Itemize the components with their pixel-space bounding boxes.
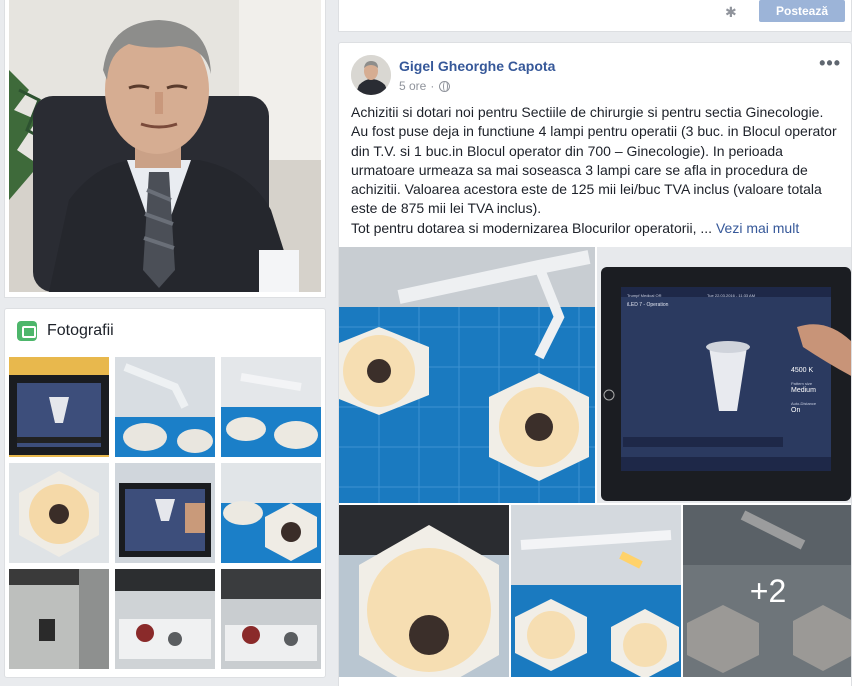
avatar[interactable]	[351, 55, 391, 95]
gear-icon[interactable]: ✱	[725, 4, 737, 21]
tablet-pattern-label: Pattern size	[791, 381, 813, 386]
photo-thumbnail-equipment[interactable]	[221, 569, 321, 669]
photo-thumbnail-lamp[interactable]	[9, 463, 109, 563]
photos-title[interactable]: Fotografii	[47, 322, 114, 340]
gallery-photo-control-panel[interactable]: Trumpf Medical OR Tue 22.03.2016 - 11:33…	[597, 247, 851, 503]
meta-separator: ·	[430, 79, 435, 93]
photo-thumbnail-lamp[interactable]	[221, 463, 321, 563]
tablet-temp: 4500 K	[791, 367, 814, 374]
tablet-auto-value: On	[791, 407, 801, 414]
gallery-photo-lamps[interactable]	[339, 247, 595, 503]
photo-thumbnail-lamp[interactable]	[221, 357, 321, 457]
tablet-pattern-value: Medium	[791, 387, 816, 394]
post-meta: 5 ore ·	[399, 79, 451, 93]
post-time[interactable]: 5 ore	[399, 79, 426, 93]
post-button[interactable]: Postează	[759, 0, 845, 22]
photo-thumbnail-room[interactable]	[9, 569, 109, 669]
photos-header[interactable]: Fotografii	[5, 309, 325, 353]
photo-thumbnail-lamp[interactable]	[115, 357, 215, 457]
gallery-photo-more[interactable]: +2	[683, 505, 851, 677]
more-photos-overlay[interactable]: +2	[683, 505, 851, 677]
photo-thumbnail-tablet[interactable]	[9, 357, 109, 457]
post-text-line: Achizitii si dotari noi pentru Sectiile …	[351, 104, 824, 120]
tablet-brand: Trumpf Medical OR	[627, 293, 662, 298]
gallery-photo-lamps-pair[interactable]	[511, 505, 681, 677]
globe-icon[interactable]	[439, 80, 451, 92]
post-text-line: Au fost puse deja in functiune 4 lampi p…	[351, 123, 837, 140]
tablet-light-name: iLED 7 - Operation	[627, 302, 669, 308]
post-text-line: este de 875 mii lei TVA inclus).	[351, 200, 542, 217]
feed-post: Gigel Gheorghe Capota 5 ore · ••• Achizi…	[338, 42, 852, 686]
profile-photo[interactable]	[9, 0, 321, 292]
post-text-line: achizitii. Valoarea acestora este de 125…	[351, 181, 822, 198]
post-text-line: Tot pentru dotarea si modernizarea Blocu…	[351, 219, 847, 238]
more-options-icon[interactable]: •••	[819, 53, 841, 74]
photo-thumbnail-tablet[interactable]	[115, 463, 215, 563]
tablet-date: Tue 22.03.2016 - 11:33 AM	[707, 293, 756, 298]
see-more-link[interactable]: Vezi mai mult	[716, 220, 799, 236]
post-text-line: urmatoare urmeaza sa mai soseasca 3 lamp…	[351, 161, 808, 178]
post-text: Achizitii si dotari noi pentru Sectiile …	[351, 103, 847, 238]
composer: ✱ Postează	[338, 0, 852, 32]
photo-thumbnail-equipment[interactable]	[115, 569, 215, 669]
post-gallery: Trumpf Medical OR Tue 22.03.2016 - 11:33…	[339, 247, 851, 677]
post-author[interactable]: Gigel Gheorghe Capota	[399, 58, 555, 74]
post-text-last: Tot pentru dotarea si modernizarea Blocu…	[351, 219, 716, 236]
photos-icon	[17, 321, 37, 341]
photos-widget: Fotografii	[4, 308, 326, 678]
post-text-line: din T.V. si 1 buc.in Blocul operator din…	[351, 142, 783, 159]
gallery-photo-lamp-closeup[interactable]	[339, 505, 509, 677]
profile-photo-card	[4, 0, 326, 298]
tablet-auto-label: Auto-Distance	[791, 401, 817, 406]
